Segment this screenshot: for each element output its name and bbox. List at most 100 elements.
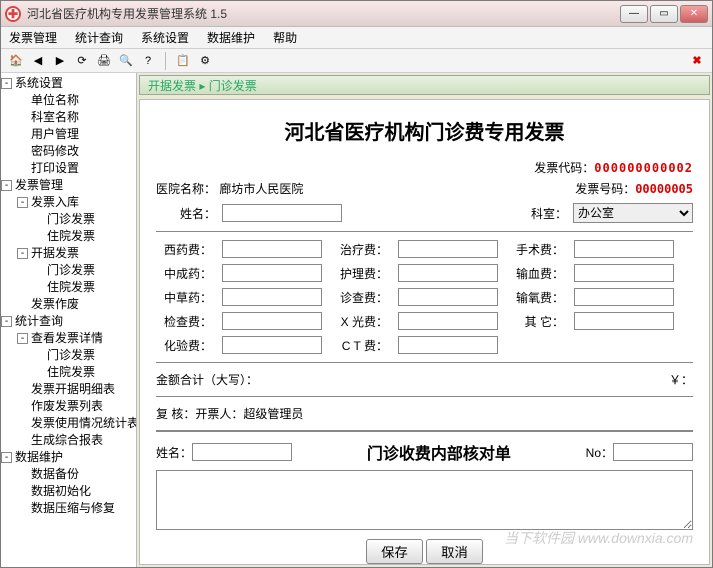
fee-input[interactable]: [574, 288, 674, 306]
tree-item[interactable]: -发票入库: [1, 194, 136, 211]
sidebar: -系统设置单位名称科室名称用户管理密码修改打印设置-发票管理-发票入库门诊发票住…: [1, 73, 137, 567]
fee-input[interactable]: [222, 288, 322, 306]
section2-textarea[interactable]: [156, 470, 693, 530]
tree-toggle-icon[interactable]: -: [1, 452, 12, 463]
section2-name-input[interactable]: [192, 443, 292, 461]
fee-label: 输氧费：: [508, 289, 564, 306]
fee-input[interactable]: [222, 312, 322, 330]
tool-a-icon[interactable]: 📋: [174, 52, 192, 70]
close-button[interactable]: ✕: [680, 5, 708, 23]
tree-item[interactable]: -数据维护: [1, 449, 136, 466]
tree-toggle-icon[interactable]: -: [1, 316, 12, 327]
app-icon: ✚: [5, 6, 21, 22]
tree-item[interactable]: 门诊发票: [1, 262, 136, 279]
help-icon[interactable]: ?: [139, 52, 157, 70]
fee-label: 手术费：: [508, 241, 564, 258]
menu-invoice[interactable]: 发票管理: [9, 29, 57, 46]
tree-item[interactable]: 住院发票: [1, 228, 136, 245]
fee-input[interactable]: [574, 240, 674, 258]
section2-no-input[interactable]: [613, 443, 693, 461]
fee-input[interactable]: [398, 264, 498, 282]
name-input[interactable]: [222, 204, 342, 222]
close-panel-icon[interactable]: ✖: [688, 52, 706, 70]
forward-icon[interactable]: ▶: [51, 52, 69, 70]
tree-item[interactable]: 科室名称: [1, 109, 136, 126]
invoice-code-value: 000000000002: [594, 161, 693, 175]
cancel-button[interactable]: 取消: [426, 539, 483, 564]
tree-item-label: 打印设置: [31, 161, 79, 175]
invoice-no-value: 00000005: [635, 182, 693, 196]
divider: [156, 231, 693, 232]
tree-item-label: 查看发票详情: [31, 331, 103, 345]
section2-no-label: No：: [586, 444, 613, 461]
tree-item[interactable]: -查看发票详情: [1, 330, 136, 347]
tree-item[interactable]: 数据初始化: [1, 483, 136, 500]
fee-label: 护理费：: [332, 265, 388, 282]
refresh-icon[interactable]: ⟳: [73, 52, 91, 70]
fee-label: 中草药：: [156, 289, 212, 306]
tree-toggle-icon[interactable]: -: [17, 248, 28, 259]
menu-help[interactable]: 帮助: [273, 29, 297, 46]
menu-system[interactable]: 系统设置: [141, 29, 189, 46]
tree-item[interactable]: 门诊发票: [1, 211, 136, 228]
fee-label: 中成药：: [156, 265, 212, 282]
fee-label: 治疗费：: [332, 241, 388, 258]
fee-input[interactable]: [398, 288, 498, 306]
tree-item-label: 发票使用情况统计表: [31, 416, 137, 430]
tree-item[interactable]: 作废发票列表: [1, 398, 136, 415]
tree-item[interactable]: 数据压缩与修复: [1, 500, 136, 517]
section2-name-label: 姓名：: [156, 444, 192, 461]
tree-item-label: 用户管理: [31, 127, 79, 141]
tree-item[interactable]: 打印设置: [1, 160, 136, 177]
tree-toggle-icon[interactable]: -: [1, 180, 12, 191]
tree-item[interactable]: -开据发票: [1, 245, 136, 262]
home-icon[interactable]: 🏠: [7, 52, 25, 70]
tree-item[interactable]: 生成综合报表: [1, 432, 136, 449]
tree-item[interactable]: 数据备份: [1, 466, 136, 483]
tree-item-label: 发票开据明细表: [31, 382, 115, 396]
tree-item[interactable]: -发票管理: [1, 177, 136, 194]
content-area: 开据发票 ▸ 门诊发票 河北省医疗机构门诊费专用发票 发票代码：00000000…: [137, 73, 712, 567]
tree-item[interactable]: 发票使用情况统计表: [1, 415, 136, 432]
tree-item-label: 发票作废: [31, 297, 79, 311]
dept-label: 科室：: [531, 205, 567, 222]
tree-item[interactable]: 发票作废: [1, 296, 136, 313]
tree-toggle-icon[interactable]: -: [17, 197, 28, 208]
fee-input[interactable]: [574, 312, 674, 330]
tree-item[interactable]: 发票开据明细表: [1, 381, 136, 398]
fee-input[interactable]: [398, 312, 498, 330]
fee-input[interactable]: [222, 264, 322, 282]
tree-item-label: 数据初始化: [31, 484, 91, 498]
tree-item[interactable]: -统计查询: [1, 313, 136, 330]
menu-stats[interactable]: 统计查询: [75, 29, 123, 46]
fee-input[interactable]: [222, 336, 322, 354]
tree-item-label: 发票管理: [15, 178, 63, 192]
menu-data[interactable]: 数据维护: [207, 29, 255, 46]
maximize-button[interactable]: ▭: [650, 5, 678, 23]
total-currency-label: ￥：: [669, 371, 693, 388]
minimize-button[interactable]: —: [620, 5, 648, 23]
tree-item[interactable]: 密码修改: [1, 143, 136, 160]
fee-input[interactable]: [398, 240, 498, 258]
tree-item-label: 住院发票: [47, 229, 95, 243]
invoice-form: 河北省医疗机构门诊费专用发票 发票代码：000000000002 医院名称： 廊…: [139, 99, 710, 565]
tree-item[interactable]: 住院发票: [1, 279, 136, 296]
save-button[interactable]: 保存: [366, 539, 423, 564]
fee-input[interactable]: [222, 240, 322, 258]
dept-select[interactable]: 办公室: [573, 203, 693, 223]
tree-item-label: 发票入库: [31, 195, 79, 209]
tool-b-icon[interactable]: ⚙: [196, 52, 214, 70]
tree-item[interactable]: 用户管理: [1, 126, 136, 143]
back-icon[interactable]: ◀: [29, 52, 47, 70]
tree-toggle-icon[interactable]: -: [1, 78, 12, 89]
fee-input[interactable]: [574, 264, 674, 282]
tree-item[interactable]: 住院发票: [1, 364, 136, 381]
tree-toggle-icon[interactable]: -: [17, 333, 28, 344]
tree-item[interactable]: -系统设置: [1, 75, 136, 92]
find-icon[interactable]: 🔍: [117, 52, 135, 70]
tree-item[interactable]: 门诊发票: [1, 347, 136, 364]
tree-item[interactable]: 单位名称: [1, 92, 136, 109]
fee-input[interactable]: [398, 336, 498, 354]
print-icon[interactable]: 🖨: [95, 52, 113, 70]
issuer-label: 开票人：: [195, 405, 243, 422]
